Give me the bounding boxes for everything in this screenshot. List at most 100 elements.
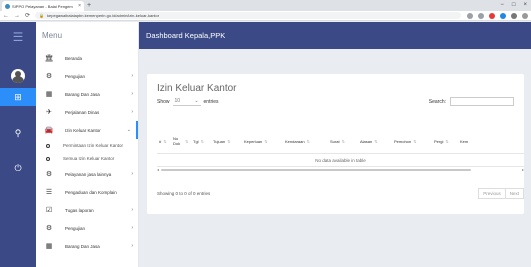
column-label: Tgl [193,138,199,144]
data-table: # ⇅ No Dok ⇅ Tgl ⇅ Tujuan ⇅ Keperluan ⇅ Kenda… [157,129,524,167]
hamburger-menu-icon[interactable]: ☰ [0,27,36,47]
sidebar-item-tugas-laporan[interactable]: ☑ Tugas laporan › [36,201,138,219]
search: Search: [429,97,514,106]
reload-icon[interactable]: ⟳ [25,12,30,20]
sort-icon: ⇅ [163,138,167,144]
chevron-right-icon: › [131,171,133,177]
car-icon: 🚘 [44,127,54,134]
gear-icon: ⚙ [45,171,53,178]
grid-icon[interactable]: ⊞ [0,88,36,106]
column-header[interactable]: Kendaraan ⇅ [283,139,328,144]
search-label: Search: [428,98,446,105]
entries-select[interactable]: 10 ⌄ [172,97,201,106]
table-footer: Showing 0 to 0 of 0 entries Previous Nex… [157,188,524,199]
chevron-right-icon: › [131,91,133,97]
star-icon[interactable] [478,12,484,19]
browser-tab[interactable]: SIPPO Pelayanan - Balai Pengem × [2,1,84,11]
chevron-right-icon: › [131,109,133,115]
sidebar-item-pengujian[interactable]: ⚙ Pengujian › [36,67,138,85]
pagination: Previous Next [478,188,524,199]
more-icon[interactable] [522,12,528,19]
card-title: Izin Keluar Kantor [157,83,237,94]
sidebar-subitem-semua[interactable]: Semua Izin Keluar Kantor [36,152,138,165]
chevron-down-icon: ⌄ [126,127,131,133]
cogs-icon: ⚙ [45,73,53,80]
list-icon: ☰ [45,189,53,196]
scrollbar-thumb[interactable] [161,169,471,171]
circle-icon [46,156,50,161]
back-icon[interactable]: ← [3,12,9,20]
sidebar-item-barang-dan-jasa-2[interactable]: ▦ Barang Dan Jasa › [36,237,138,255]
page-title: Dashboard Kepala,PPK [139,22,531,49]
sidebar-item-label: Perjalanan Dinas [65,109,100,115]
column-header[interactable]: Surat ⇅ [328,139,358,144]
show-label: Show [157,98,170,105]
power-icon[interactable]: ⏻ [0,160,36,176]
sort-icon: ⇅ [185,138,189,144]
tab-close-icon[interactable]: × [78,3,81,9]
sidebar-item-label: Tugas laporan [65,207,94,213]
sidebar-item-pelayanan-jasa[interactable]: ⚙ Pelayanan jasa lainnya › [36,165,138,183]
column-header[interactable]: Tujuan ⇅ [211,139,242,144]
entries-label: entries [203,98,219,105]
window-controls: − □ × [500,1,527,10]
sidebar-item-label: Izin Keluar Kantor [65,127,101,133]
new-tab-button[interactable]: + [87,1,91,10]
sidebar-item-label: Pelayanan jasa lainnya [65,171,112,177]
sidebar-item-beranda[interactable]: 🏛 Beranda [36,49,138,67]
sidebar-item-barang-dan-jasa[interactable]: ▦ Barang Dan Jasa › [36,85,138,103]
column-header[interactable]: Kem [458,139,478,144]
scroll-right-icon[interactable]: ▸ [522,167,524,172]
column-header[interactable]: # ⇅ [157,139,171,144]
sidebar-item-perjalanan-dinas[interactable]: ✈ Perjalanan Dinas › [36,103,138,121]
profile-icon[interactable] [511,12,517,19]
tab-title: SIPPO Pelayanan - Balai Pengem [12,3,73,9]
sidebar-item-pengaduan[interactable]: ☰ Pengaduan dan Komplain [36,183,138,201]
search-input[interactable] [450,97,514,106]
extension-icon[interactable] [500,12,506,19]
sort-icon: ⇅ [445,138,449,144]
main-content: Dashboard Kepala,PPK Izin Keluar Kantor … [139,22,531,267]
previous-button[interactable]: Previous [478,188,506,199]
url-text: kepegawaibalaiapbn.kemenperin.go.id/admi… [47,13,160,18]
sidebar-subitem-label: Permintaan Izin Keluar Kantor [63,143,124,148]
column-header[interactable]: No Dok ⇅ [171,136,191,146]
extension-icon[interactable] [489,12,495,19]
chevron-right-icon: › [131,207,133,213]
avatar[interactable] [0,66,36,86]
forward-icon[interactable]: → [14,12,20,20]
close-window-button[interactable]: × [523,1,527,10]
address-bar: ← → ⟳ 🔒 kepegawaibalaiapbn.kemenperin.go… [0,11,531,21]
sort-icon: ⇅ [306,138,310,144]
column-label: Kendaraan [285,138,305,144]
sort-icon: ⇅ [341,138,345,144]
sidebar-item-izin-keluar-kantor[interactable]: 🚘 Izin Keluar Kantor ⌄ [36,121,138,139]
column-header[interactable]: Alasan ⇅ [358,139,392,144]
sort-icon: ⇅ [227,138,231,144]
column-header[interactable]: Tgl ⇅ [191,139,211,144]
minimize-button[interactable]: − [500,1,504,10]
column-label: Keperluan [244,138,263,144]
sidebar-subitem-permintaan[interactable]: Permintaan Izin Keluar Kantor [36,139,138,152]
sort-icon: ⇅ [374,138,378,144]
chevron-right-icon: › [131,243,133,249]
column-label: Pemohon [394,138,412,144]
zoom-icon[interactable] [467,12,473,19]
next-button[interactable]: Next [505,188,524,199]
horizontal-scrollbar[interactable]: ◂ ▸ [157,167,524,172]
cogs-icon: ⚙ [45,225,53,232]
bank-icon: 🏛 [44,55,54,62]
column-label: Pergi [434,138,444,144]
map-marker-icon[interactable]: ⚲ [0,125,36,141]
sidebar-item-pengujian-2[interactable]: ⚙ Pengujian › [36,219,138,237]
sidebar-item-label: Barang Dan Jasa [65,91,100,97]
maximize-button[interactable]: □ [512,1,516,10]
column-header[interactable]: Keperluan ⇅ [242,139,283,144]
column-label: No Dok [173,136,181,146]
calendar-icon: ▦ [45,91,53,98]
scroll-left-icon[interactable]: ◂ [157,167,159,172]
lock-icon: 🔒 [39,13,45,18]
url-field[interactable]: 🔒 kepegawaibalaiapbn.kemenperin.go.id/ad… [35,12,461,19]
column-header[interactable]: Pergi ⇅ [432,139,458,144]
column-header[interactable]: Pemohon ⇅ [392,139,432,144]
